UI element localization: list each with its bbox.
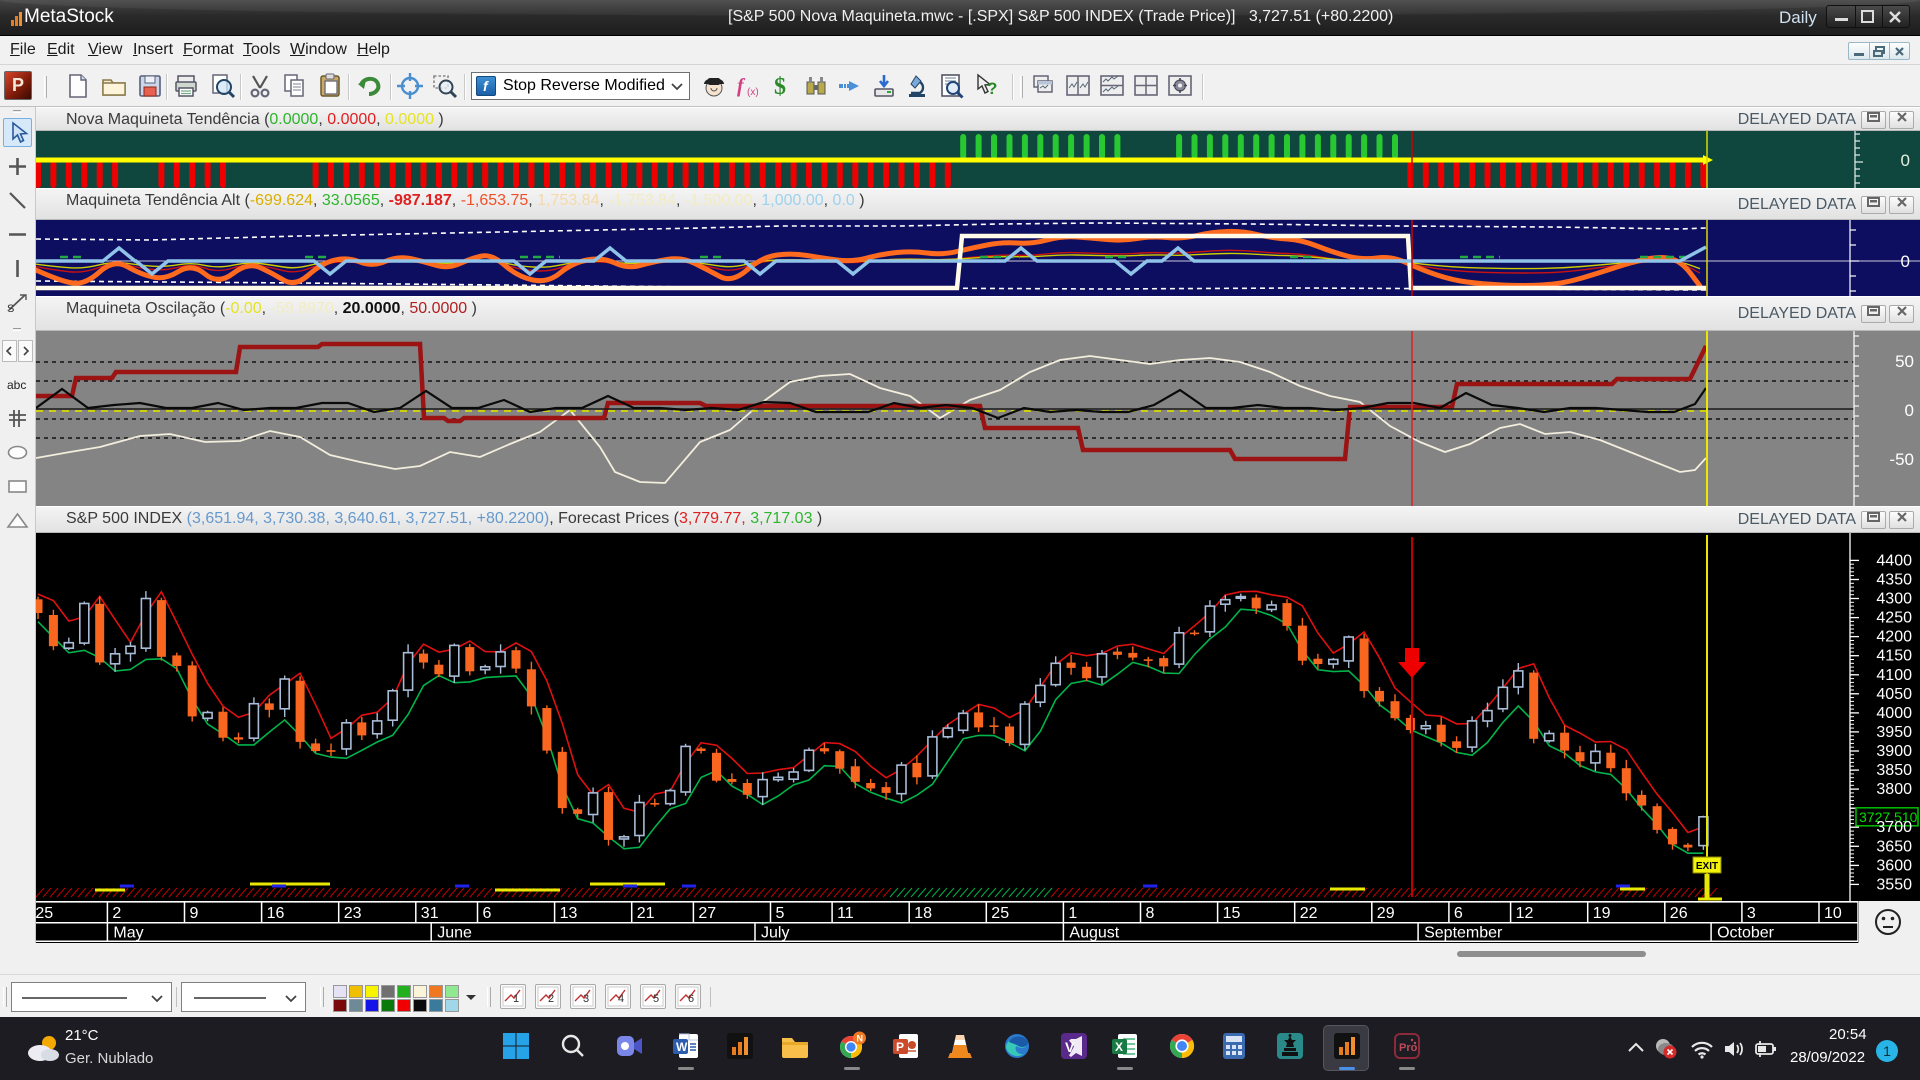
svg-text:15: 15 [1223, 905, 1241, 922]
svg-text:August: August [1069, 925, 1119, 942]
svg-text:abc: abc [7, 378, 26, 392]
svg-text:N: N [857, 1034, 864, 1044]
svg-text:June: June [437, 925, 472, 942]
svg-text:6: 6 [1454, 905, 1463, 922]
svg-text:8: 8 [1146, 905, 1155, 922]
svg-text:(x): (x) [747, 87, 759, 98]
svg-text:19: 19 [1593, 905, 1611, 922]
svg-text:31: 31 [421, 905, 439, 922]
svg-text:3900: 3900 [1876, 743, 1912, 760]
svg-text:3: 3 [583, 993, 589, 1005]
svg-text:13: 13 [560, 905, 578, 922]
svg-text:4100: 4100 [1876, 667, 1912, 684]
svg-text:10: 10 [1824, 905, 1842, 922]
svg-text:25: 25 [991, 905, 1009, 922]
svg-text:4150: 4150 [1876, 648, 1912, 665]
svg-text:$: $ [774, 74, 786, 100]
svg-text:29: 29 [1377, 905, 1395, 922]
svg-text:4200: 4200 [1876, 629, 1912, 646]
svg-text:27: 27 [698, 905, 716, 922]
svg-text:1: 1 [1068, 905, 1077, 922]
svg-text:4300: 4300 [1876, 591, 1912, 608]
svg-text:4: 4 [618, 993, 624, 1005]
svg-text:21: 21 [637, 905, 655, 922]
svg-text:3: 3 [1747, 905, 1756, 922]
svg-text:3950: 3950 [1876, 724, 1912, 741]
svg-text:4400: 4400 [1876, 552, 1912, 569]
svg-text:July: July [761, 925, 789, 942]
svg-text:0: 0 [1905, 401, 1914, 420]
svg-text:W: W [676, 1040, 688, 1054]
svg-text:S: S [7, 303, 14, 315]
svg-text:September: September [1424, 925, 1503, 942]
svg-text:11: 11 [837, 905, 854, 922]
svg-text:3700: 3700 [1876, 819, 1912, 836]
svg-text:6: 6 [688, 993, 694, 1005]
svg-text:4250: 4250 [1876, 610, 1912, 627]
svg-text:EXIT: EXIT [1696, 861, 1718, 872]
svg-text:3800: 3800 [1876, 781, 1912, 798]
svg-text:4350: 4350 [1876, 572, 1912, 589]
svg-text:3600: 3600 [1876, 857, 1912, 874]
svg-text:October: October [1717, 925, 1775, 942]
svg-text:9: 9 [190, 905, 199, 922]
svg-text:4050: 4050 [1876, 686, 1912, 703]
svg-text:2: 2 [548, 993, 554, 1005]
svg-text:5: 5 [776, 905, 785, 922]
svg-text:?: ? [987, 79, 997, 98]
svg-text:X: X [1115, 1040, 1123, 1054]
svg-text:26: 26 [1670, 905, 1688, 922]
svg-text:0: 0 [1901, 151, 1910, 170]
svg-text:1: 1 [513, 993, 519, 1005]
svg-text:3650: 3650 [1876, 838, 1912, 855]
svg-text:-50: -50 [1889, 450, 1914, 469]
svg-text:50: 50 [1895, 352, 1914, 371]
svg-text:4000: 4000 [1876, 705, 1912, 722]
svg-text:25: 25 [36, 905, 53, 922]
svg-text:May: May [113, 925, 143, 942]
svg-text:2: 2 [112, 905, 121, 922]
svg-text:22: 22 [1300, 905, 1318, 922]
svg-text:6: 6 [483, 905, 492, 922]
svg-text:5: 5 [653, 993, 659, 1005]
svg-text:3850: 3850 [1876, 762, 1912, 779]
svg-text:0: 0 [1901, 252, 1910, 271]
svg-text:12: 12 [1516, 905, 1534, 922]
svg-text:18: 18 [914, 905, 932, 922]
svg-text:16: 16 [267, 905, 285, 922]
svg-text:f: f [737, 75, 746, 97]
svg-text:P: P [896, 1040, 904, 1054]
svg-text:23: 23 [344, 905, 362, 922]
svg-text:3550: 3550 [1876, 876, 1912, 893]
